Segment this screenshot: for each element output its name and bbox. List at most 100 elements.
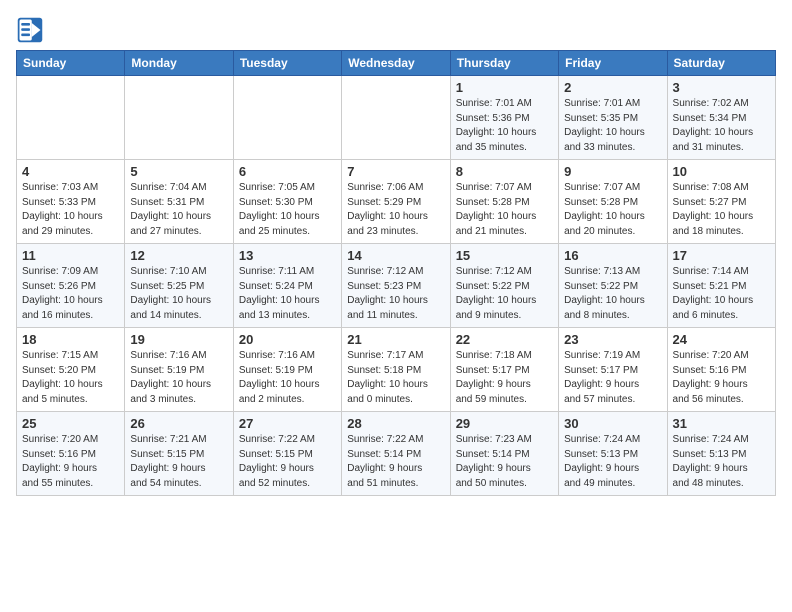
day-number: 23	[564, 332, 661, 347]
day-info: Sunrise: 7:22 AM Sunset: 5:14 PM Dayligh…	[347, 433, 444, 491]
calendar-cell: 5 Sunrise: 7:04 AM Sunset: 5:31 PM Daylig…	[125, 160, 233, 244]
calendar-cell: 27Sunrise: 7:22 AM Sunset: 5:15 PM Dayli…	[233, 412, 341, 496]
day-info: Sunrise: 7:20 AM Sunset: 5:16 PM Dayligh…	[22, 433, 119, 491]
day-number: 29	[456, 416, 553, 431]
day-info: Sunrise: 7:21 AM Sunset: 5:15 PM Dayligh…	[130, 433, 227, 491]
header-cell-sunday: Sunday	[17, 51, 125, 76]
calendar-week-2: 4 Sunrise: 7:03 AM Sunset: 5:33 PM Daylig…	[17, 160, 776, 244]
page-header	[16, 16, 776, 44]
header-cell-monday: Monday	[125, 51, 233, 76]
day-number: 9	[564, 164, 661, 179]
calendar-cell: 26 Sunrise: 7:21 AM Sunset: 5:15 PM Dayli…	[125, 412, 233, 496]
day-info: Sunrise: 7:05 AM Sunset: 5:30 PM Dayligh…	[239, 181, 336, 239]
day-info: Sunrise: 7:09 AM Sunset: 5:26 PM Dayligh…	[22, 265, 119, 323]
calendar-week-4: 18 Sunrise: 7:15 AM Sunset: 5:20 PM Dayli…	[17, 328, 776, 412]
logo-icon	[16, 16, 44, 44]
calendar-cell: 18 Sunrise: 7:15 AM Sunset: 5:20 PM Dayli…	[17, 328, 125, 412]
day-number: 12	[130, 248, 227, 263]
calendar-cell: 16 Sunrise: 7:13 AM Sunset: 5:22 PM Dayli…	[559, 244, 667, 328]
calendar-cell: 29 Sunrise: 7:23 AM Sunset: 5:14 PM Dayli…	[450, 412, 558, 496]
day-info: Sunrise: 7:14 AM Sunset: 5:21 PM Dayligh…	[673, 265, 770, 323]
day-number: 5	[130, 164, 227, 179]
day-info: Sunrise: 7:17 AM Sunset: 5:18 PM Dayligh…	[347, 349, 444, 407]
day-info: Sunrise: 7:16 AM Sunset: 5:19 PM Dayligh…	[239, 349, 336, 407]
calendar-cell: 19Sunrise: 7:16 AM Sunset: 5:19 PM Dayli…	[125, 328, 233, 412]
day-number: 28	[347, 416, 444, 431]
header-cell-friday: Friday	[559, 51, 667, 76]
day-info: Sunrise: 7:20 AM Sunset: 5:16 PM Dayligh…	[673, 349, 770, 407]
day-number: 3	[673, 80, 770, 95]
header-cell-tuesday: Tuesday	[233, 51, 341, 76]
day-info: Sunrise: 7:19 AM Sunset: 5:17 PM Dayligh…	[564, 349, 661, 407]
calendar-cell: 1 Sunrise: 7:01 AM Sunset: 5:36 PM Daylig…	[450, 76, 558, 160]
day-info: Sunrise: 7:24 AM Sunset: 5:13 PM Dayligh…	[673, 433, 770, 491]
header-row: SundayMondayTuesdayWednesdayThursdayFrid…	[17, 51, 776, 76]
day-info: Sunrise: 7:11 AM Sunset: 5:24 PM Dayligh…	[239, 265, 336, 323]
calendar-cell: 12Sunrise: 7:10 AM Sunset: 5:25 PM Dayli…	[125, 244, 233, 328]
logo	[16, 16, 48, 44]
day-number: 1	[456, 80, 553, 95]
calendar-week-5: 25 Sunrise: 7:20 AM Sunset: 5:16 PM Dayli…	[17, 412, 776, 496]
day-number: 18	[22, 332, 119, 347]
calendar-cell	[233, 76, 341, 160]
day-number: 2	[564, 80, 661, 95]
day-number: 24	[673, 332, 770, 347]
calendar-cell: 14 Sunrise: 7:12 AM Sunset: 5:23 PM Dayli…	[342, 244, 450, 328]
calendar-cell: 30 Sunrise: 7:24 AM Sunset: 5:13 PM Dayli…	[559, 412, 667, 496]
day-number: 21	[347, 332, 444, 347]
day-info: Sunrise: 7:13 AM Sunset: 5:22 PM Dayligh…	[564, 265, 661, 323]
day-info: Sunrise: 7:06 AM Sunset: 5:29 PM Dayligh…	[347, 181, 444, 239]
calendar-cell: 7Sunrise: 7:06 AM Sunset: 5:29 PM Daylig…	[342, 160, 450, 244]
calendar-cell: 22Sunrise: 7:18 AM Sunset: 5:17 PM Dayli…	[450, 328, 558, 412]
calendar-week-3: 11 Sunrise: 7:09 AM Sunset: 5:26 PM Dayli…	[17, 244, 776, 328]
day-info: Sunrise: 7:23 AM Sunset: 5:14 PM Dayligh…	[456, 433, 553, 491]
day-info: Sunrise: 7:04 AM Sunset: 5:31 PM Dayligh…	[130, 181, 227, 239]
day-number: 11	[22, 248, 119, 263]
day-number: 25	[22, 416, 119, 431]
calendar-cell: 10 Sunrise: 7:08 AM Sunset: 5:27 PM Dayli…	[667, 160, 775, 244]
calendar-cell: 15Sunrise: 7:12 AM Sunset: 5:22 PM Dayli…	[450, 244, 558, 328]
day-number: 4	[22, 164, 119, 179]
calendar-header: SundayMondayTuesdayWednesdayThursdayFrid…	[17, 51, 776, 76]
day-info: Sunrise: 7:24 AM Sunset: 5:13 PM Dayligh…	[564, 433, 661, 491]
calendar-cell	[342, 76, 450, 160]
day-number: 26	[130, 416, 227, 431]
header-cell-saturday: Saturday	[667, 51, 775, 76]
day-info: Sunrise: 7:12 AM Sunset: 5:23 PM Dayligh…	[347, 265, 444, 323]
day-info: Sunrise: 7:03 AM Sunset: 5:33 PM Dayligh…	[22, 181, 119, 239]
day-info: Sunrise: 7:15 AM Sunset: 5:20 PM Dayligh…	[22, 349, 119, 407]
day-number: 8	[456, 164, 553, 179]
calendar-cell: 28 Sunrise: 7:22 AM Sunset: 5:14 PM Dayli…	[342, 412, 450, 496]
day-number: 30	[564, 416, 661, 431]
day-number: 10	[673, 164, 770, 179]
day-info: Sunrise: 7:12 AM Sunset: 5:22 PM Dayligh…	[456, 265, 553, 323]
day-info: Sunrise: 7:01 AM Sunset: 5:36 PM Dayligh…	[456, 97, 553, 155]
day-info: Sunrise: 7:08 AM Sunset: 5:27 PM Dayligh…	[673, 181, 770, 239]
calendar-cell: 3Sunrise: 7:02 AM Sunset: 5:34 PM Daylig…	[667, 76, 775, 160]
calendar-cell: 31Sunrise: 7:24 AM Sunset: 5:13 PM Dayli…	[667, 412, 775, 496]
calendar-cell: 13Sunrise: 7:11 AM Sunset: 5:24 PM Dayli…	[233, 244, 341, 328]
day-number: 16	[564, 248, 661, 263]
day-number: 14	[347, 248, 444, 263]
day-number: 19	[130, 332, 227, 347]
calendar-week-1: 1 Sunrise: 7:01 AM Sunset: 5:36 PM Daylig…	[17, 76, 776, 160]
calendar-cell	[17, 76, 125, 160]
header-cell-thursday: Thursday	[450, 51, 558, 76]
calendar-cell: 17 Sunrise: 7:14 AM Sunset: 5:21 PM Dayli…	[667, 244, 775, 328]
day-number: 17	[673, 248, 770, 263]
day-number: 6	[239, 164, 336, 179]
calendar-body: 1 Sunrise: 7:01 AM Sunset: 5:36 PM Daylig…	[17, 76, 776, 496]
calendar-cell: 24 Sunrise: 7:20 AM Sunset: 5:16 PM Dayli…	[667, 328, 775, 412]
day-info: Sunrise: 7:01 AM Sunset: 5:35 PM Dayligh…	[564, 97, 661, 155]
calendar-cell: 20 Sunrise: 7:16 AM Sunset: 5:19 PM Dayli…	[233, 328, 341, 412]
day-info: Sunrise: 7:22 AM Sunset: 5:15 PM Dayligh…	[239, 433, 336, 491]
day-number: 22	[456, 332, 553, 347]
calendar-cell: 21 Sunrise: 7:17 AM Sunset: 5:18 PM Dayli…	[342, 328, 450, 412]
calendar-cell: 2 Sunrise: 7:01 AM Sunset: 5:35 PM Daylig…	[559, 76, 667, 160]
calendar-cell: 8 Sunrise: 7:07 AM Sunset: 5:28 PM Daylig…	[450, 160, 558, 244]
day-number: 20	[239, 332, 336, 347]
header-cell-wednesday: Wednesday	[342, 51, 450, 76]
day-info: Sunrise: 7:07 AM Sunset: 5:28 PM Dayligh…	[456, 181, 553, 239]
calendar-cell: 11 Sunrise: 7:09 AM Sunset: 5:26 PM Dayli…	[17, 244, 125, 328]
calendar-cell: 25 Sunrise: 7:20 AM Sunset: 5:16 PM Dayli…	[17, 412, 125, 496]
